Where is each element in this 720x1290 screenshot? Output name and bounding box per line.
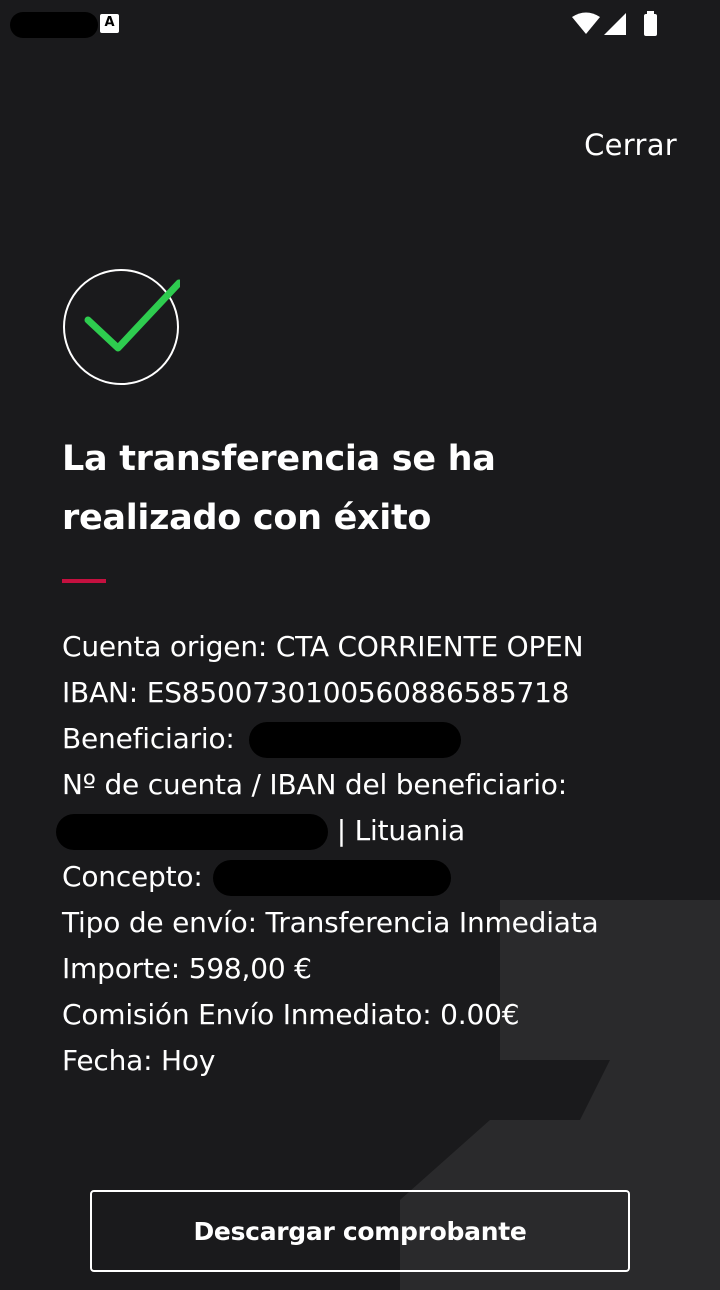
detail-date: Fecha: Hoy — [62, 1038, 702, 1084]
detail-value: Transferencia Inmediata — [265, 906, 599, 939]
detail-fee: Comisión Envío Inmediato: 0.00€ — [62, 992, 702, 1038]
detail-label: Nº de cuenta / IBAN del beneficiario: — [62, 768, 567, 801]
download-receipt-button[interactable]: Descargar comprobante — [90, 1190, 630, 1272]
close-button[interactable]: Cerrar — [584, 128, 677, 162]
detail-label: Beneficiario: — [62, 722, 235, 755]
detail-origin-account: Cuenta origen: CTA CORRIENTE OPEN — [62, 624, 702, 670]
detail-value: CTA CORRIENTE OPEN — [275, 630, 584, 663]
redacted-beneficiary-iban — [56, 814, 328, 850]
signal-icon — [604, 13, 626, 35]
status-icons — [570, 10, 670, 42]
battery-icon — [644, 11, 657, 36]
detail-label: IBAN: — [62, 676, 139, 709]
detail-label: Tipo de envío: — [62, 906, 257, 939]
detail-concept: Concepto: — [62, 854, 702, 900]
wifi-icon — [572, 12, 600, 34]
redacted-beneficiary — [249, 722, 462, 758]
detail-label: Concepto: — [62, 860, 203, 893]
detail-beneficiary-account-label: Nº de cuenta / IBAN del beneficiario: — [62, 762, 702, 808]
page-title: La transferencia se ha realizado con éxi… — [62, 439, 496, 538]
detail-value: Hoy — [161, 1044, 216, 1077]
status-bar: A — [0, 0, 720, 48]
transfer-details: Cuenta origen: CTA CORRIENTE OPEN IBAN: … — [56, 624, 702, 1084]
detail-label: Importe: — [62, 952, 180, 985]
detail-label: Comisión Envío Inmediato: — [62, 998, 432, 1031]
detail-beneficiary: Beneficiario: — [62, 716, 702, 762]
detail-value: ES8500730100560886585718 — [146, 676, 570, 709]
detail-value: | Lituania — [336, 814, 465, 847]
detail-amount: Importe: 598,00 € — [62, 946, 702, 992]
detail-value: 0.00€ — [440, 998, 520, 1031]
detail-label: Fecha: — [62, 1044, 153, 1077]
detail-beneficiary-account-value: | Lituania — [56, 808, 702, 854]
redacted-time — [10, 12, 98, 38]
checkmark-circle-icon — [63, 269, 180, 385]
detail-iban: IBAN: ES8500730100560886585718 — [62, 670, 702, 716]
detail-label: Cuenta origen: — [62, 630, 268, 663]
accent-divider — [62, 579, 106, 583]
detail-transfer-type: Tipo de envío: Transferencia Inmediata — [62, 900, 702, 946]
redacted-concept — [213, 860, 452, 896]
detail-value: 598,00 € — [188, 952, 312, 985]
notification-a-icon: A — [100, 14, 119, 33]
